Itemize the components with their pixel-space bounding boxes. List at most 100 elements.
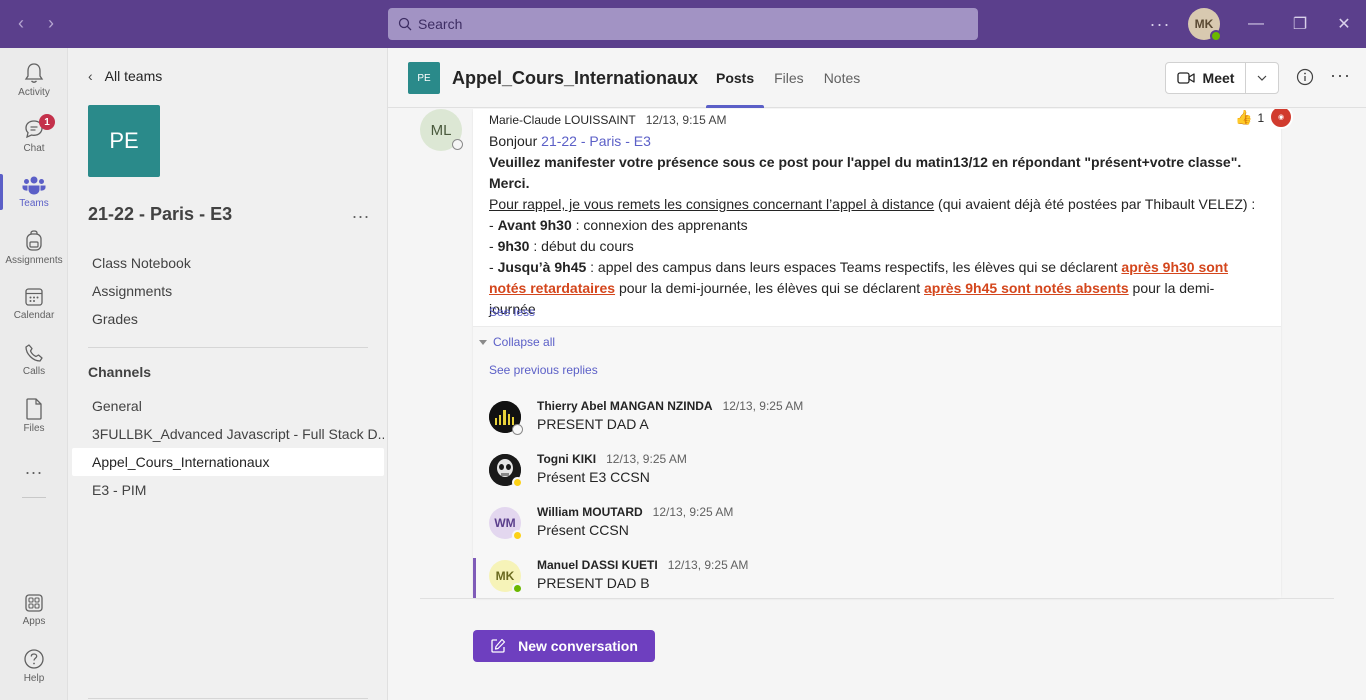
search-placeholder: Search	[418, 16, 463, 32]
collapse-all-link[interactable]: Collapse all	[479, 335, 555, 349]
channel-advanced-javascript[interactable]: 3FULLBK_Advanced Javascript - Full Stack…	[72, 420, 384, 448]
reply-time: 12/13, 9:25 AM	[606, 452, 687, 466]
meet-label: Meet	[1202, 70, 1235, 86]
app-rail: Activity Chat 1 Teams Assignments Calend…	[0, 48, 68, 700]
like-reaction[interactable]: 👍 1	[1235, 109, 1264, 126]
rail-apps[interactable]: Apps	[0, 582, 68, 638]
reply-text: Présent CCSN	[537, 522, 629, 538]
forward-arrow-icon[interactable]: ›	[36, 13, 66, 34]
meet-dropdown-chevron-icon[interactable]	[1246, 63, 1278, 93]
rail-assignments[interactable]: Assignments	[0, 220, 68, 276]
rail-activity[interactable]: Activity	[0, 52, 68, 108]
reply-text: PRESENT DAD B	[537, 575, 650, 591]
rail-calls[interactable]: Calls	[0, 332, 68, 388]
teams-icon	[22, 176, 46, 195]
tab-notes[interactable]: Notes	[814, 48, 871, 108]
rail-files-label: Files	[23, 423, 45, 434]
presence-available-icon	[512, 583, 523, 594]
post-reminder: Pour rappel, je vous remets les consigne…	[489, 194, 1259, 215]
post-reminder-underlined: Pour rappel, je vous remets les consigne…	[489, 196, 935, 212]
tab-files[interactable]: Files	[764, 48, 814, 108]
app-badge-icon: ◉	[1269, 109, 1293, 129]
collapse-all-label: Collapse all	[493, 335, 556, 349]
file-icon	[26, 398, 42, 420]
apps-icon	[25, 594, 43, 612]
info-icon[interactable]	[1296, 68, 1314, 89]
reply-author-line: Thierry Abel MANGAN NZINDA 12/13, 9:25 AM	[537, 399, 803, 413]
new-conversation-button[interactable]: New conversation	[473, 630, 655, 662]
search-input[interactable]: Search	[388, 8, 978, 40]
rail-more[interactable]: ...	[0, 440, 68, 496]
user-initials: MK	[1194, 17, 1214, 31]
channel-appel-cours-internationaux[interactable]: Appel_Cours_Internationaux	[72, 448, 384, 476]
meet-split-button: Meet	[1165, 62, 1279, 94]
post-line-1: - Avant 9h30 : connexion des apprenants	[489, 215, 1259, 236]
rail-help[interactable]: Help	[0, 638, 68, 694]
reply-text: Présent E3 CCSN	[537, 469, 650, 485]
post-instruction: Veuillez manifester votre présence sous …	[489, 154, 1242, 170]
reply-avatar: MK	[489, 560, 523, 594]
rail-activity-label: Activity	[18, 87, 50, 98]
reply-avatar	[489, 454, 523, 488]
link-class-notebook[interactable]: Class Notebook	[92, 255, 191, 271]
settings-more-icon[interactable]: ···	[1140, 14, 1180, 35]
rail-calendar[interactable]: Calendar	[0, 276, 68, 332]
team-more-options-icon[interactable]: ...	[352, 202, 370, 223]
post-author: Marie-Claude LOUISSAINT	[489, 113, 636, 127]
minimize-icon[interactable]: —	[1234, 15, 1278, 33]
team-mention[interactable]: 21-22 - Paris - E3	[541, 133, 651, 149]
compose-icon	[491, 638, 506, 653]
back-arrow-icon[interactable]: ‹	[6, 13, 36, 34]
search-icon	[398, 17, 412, 31]
post-body: Marie-Claude LOUISSAINT 12/13, 9:15 AM Bo…	[489, 109, 1259, 320]
link-assignments[interactable]: Assignments	[92, 283, 172, 299]
reply-avatar: WM	[489, 507, 523, 541]
rail-chat[interactable]: Chat 1	[0, 108, 68, 164]
channel-e3-pim[interactable]: E3 - PIM	[72, 476, 384, 504]
user-avatar[interactable]: MK	[1188, 8, 1222, 42]
channel-general[interactable]: General	[72, 392, 384, 420]
rail-teams[interactable]: Teams	[0, 164, 68, 220]
reply-item: Togni KIKI 12/13, 9:25 AM Présent E3 CCSN	[473, 452, 1281, 505]
replies-thread: Collapse all See previous replies Thierr…	[473, 327, 1281, 598]
reply-item: Thierry Abel MANGAN NZINDA 12/13, 9:25 AM…	[473, 399, 1281, 452]
team-avatar: PE	[88, 105, 160, 177]
post-author-initials: ML	[430, 121, 452, 139]
line1-rest: : connexion des apprenants	[571, 217, 748, 233]
reply-author: Thierry Abel MANGAN NZINDA	[537, 399, 713, 413]
phone-icon	[25, 344, 43, 362]
post-line-3: - Jusqu’à 9h45 : appel des campus dans l…	[489, 257, 1259, 320]
rail-apps-label: Apps	[22, 616, 46, 627]
more-apps-icon: ...	[24, 457, 43, 478]
reply-author-line: Togni KIKI 12/13, 9:25 AM	[537, 452, 687, 466]
reply-avatar	[489, 401, 523, 435]
thread-end-divider	[420, 598, 1334, 599]
rail-files[interactable]: Files	[0, 388, 68, 444]
line3-b: pour la demi-journée, les élèves qui se …	[615, 280, 925, 296]
post-greeting: Bonjour	[489, 133, 538, 149]
link-grades[interactable]: Grades	[92, 311, 138, 327]
reply-author-line: William MOUTARD 12/13, 9:25 AM	[537, 505, 733, 519]
presence-available-icon	[1210, 30, 1222, 42]
posts-area: ML Marie-Claude LOUISSAINT 12/13, 9:15 AM…	[388, 109, 1366, 700]
reply-time: 12/13, 9:25 AM	[667, 558, 749, 572]
post-reminder-rest: (qui avaient déjà été postées par Thibau…	[934, 196, 1256, 212]
tab-posts[interactable]: Posts	[706, 48, 765, 108]
channel-more-options-icon[interactable]: ···	[1330, 65, 1351, 86]
close-icon[interactable]: ✕	[1322, 14, 1366, 34]
panel-bottom-divider	[88, 698, 368, 699]
dash: -	[489, 259, 498, 275]
see-less-link[interactable]: See less	[489, 305, 535, 319]
dash: -	[489, 217, 498, 233]
line3-bold: Jusqu’à 9h45	[497, 259, 587, 275]
meet-button[interactable]: Meet	[1166, 63, 1246, 93]
see-previous-replies-link[interactable]: See previous replies	[489, 363, 598, 377]
rail-calls-label: Calls	[22, 366, 46, 377]
chat-unread-badge: 1	[39, 114, 55, 130]
rail-assignments-label: Assignments	[5, 255, 63, 266]
new-conversation-label: New conversation	[518, 638, 638, 654]
backpack-icon	[26, 230, 42, 251]
restore-icon[interactable]: ❐	[1278, 14, 1322, 34]
absent-link[interactable]: après 9h45 sont notés absents	[924, 280, 1129, 296]
all-teams-link[interactable]: ‹ All teams	[88, 68, 162, 84]
